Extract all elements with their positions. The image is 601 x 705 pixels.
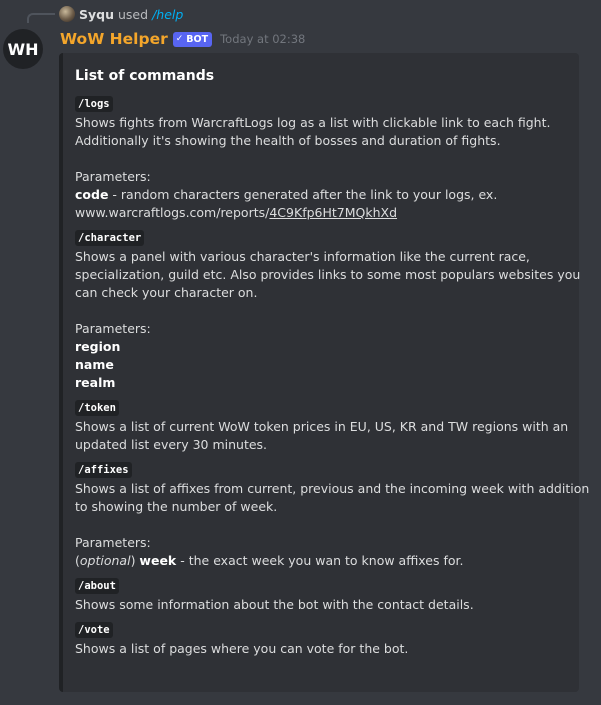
reply-used-text: used xyxy=(118,6,149,22)
chat-message: Syqu used /help WH WoW Helper ✓ BOT Toda… xyxy=(0,0,601,705)
field-desc: can check your character on. xyxy=(75,285,258,300)
bot-username[interactable]: WoW Helper xyxy=(60,30,168,48)
field-desc: Shows a list of affixes from current, pr… xyxy=(75,481,590,496)
field-desc: Shows a list of current WoW token prices… xyxy=(75,419,569,434)
field-name-token: /token xyxy=(75,400,119,416)
param-code: code xyxy=(75,187,109,202)
field-desc: Shows some information about the bot wit… xyxy=(75,597,474,612)
field-character: /character Shows a panel with various ch… xyxy=(75,228,581,392)
reply-command[interactable]: /help xyxy=(152,7,183,22)
param-week-desc: - the exact week you wan to know affixes… xyxy=(176,553,464,568)
param-region: region xyxy=(75,339,121,354)
param-optional: optional xyxy=(79,553,131,568)
url-prefix: www.warcraftlogs.com/reports/ xyxy=(75,205,270,220)
param-week: week xyxy=(139,553,177,568)
parameters-label: Parameters: xyxy=(75,169,151,184)
reply-username[interactable]: Syqu xyxy=(79,7,114,22)
reply-spine xyxy=(27,13,55,23)
field-vote: /vote Shows a list of pages where you ca… xyxy=(75,620,567,658)
param-row: (optional) week - the exact week you wan… xyxy=(75,552,567,570)
field-affixes: /affixes Shows a list of affixes from cu… xyxy=(75,460,590,570)
field-name-about: /about xyxy=(75,578,119,594)
field-desc: to showing the number of week. xyxy=(75,499,278,514)
param-code-desc: - random characters generated after the … xyxy=(108,187,498,202)
param-row: code - random characters generated after… xyxy=(75,186,567,204)
user-avatar[interactable] xyxy=(59,6,75,22)
parameters-label: Parameters: xyxy=(75,535,151,550)
field-about: /about Shows some information about the … xyxy=(75,576,567,614)
verified-check-icon: ✓ xyxy=(175,34,184,44)
field-desc: specialization, guild etc. Also provides… xyxy=(75,267,581,282)
field-logs: /logs Shows fights from WarcraftLogs log… xyxy=(75,94,567,222)
field-name-logs: /logs xyxy=(75,96,113,112)
bot-badge: ✓ BOT xyxy=(172,31,213,47)
field-desc: Shows a panel with various character's i… xyxy=(75,249,530,264)
bot-badge-label: BOT xyxy=(186,33,209,45)
field-desc: updated list every 30 minutes. xyxy=(75,437,268,452)
field-desc: Shows a list of pages where you can vote… xyxy=(75,641,409,656)
url-row: www.warcraftlogs.com/reports/4C9Kfp6Ht7M… xyxy=(75,204,567,222)
param-name: name xyxy=(75,357,114,372)
parameters-label: Parameters: xyxy=(75,321,151,336)
help-embed: List of commands /logs Shows fights from… xyxy=(59,53,590,692)
field-name-affixes: /affixes xyxy=(75,462,132,478)
embed-title: List of commands xyxy=(75,68,215,84)
message-header: WoW Helper ✓ BOT Today at 02:38 xyxy=(60,28,305,50)
field-name-vote: /vote xyxy=(75,622,113,638)
field-token: /token Shows a list of current WoW token… xyxy=(75,398,569,454)
param-realm: realm xyxy=(75,375,116,390)
field-desc: Additionally it's showing the health of … xyxy=(75,133,501,148)
bot-avatar[interactable]: WH xyxy=(3,29,43,69)
url-code-link[interactable]: 4C9Kfp6Ht7MQkhXd xyxy=(269,205,397,220)
message-timestamp[interactable]: Today at 02:38 xyxy=(220,32,305,46)
command-reply-line: Syqu used /help xyxy=(59,5,183,23)
field-desc: Shows fights from WarcraftLogs log as a … xyxy=(75,115,551,130)
field-name-character: /character xyxy=(75,230,145,246)
